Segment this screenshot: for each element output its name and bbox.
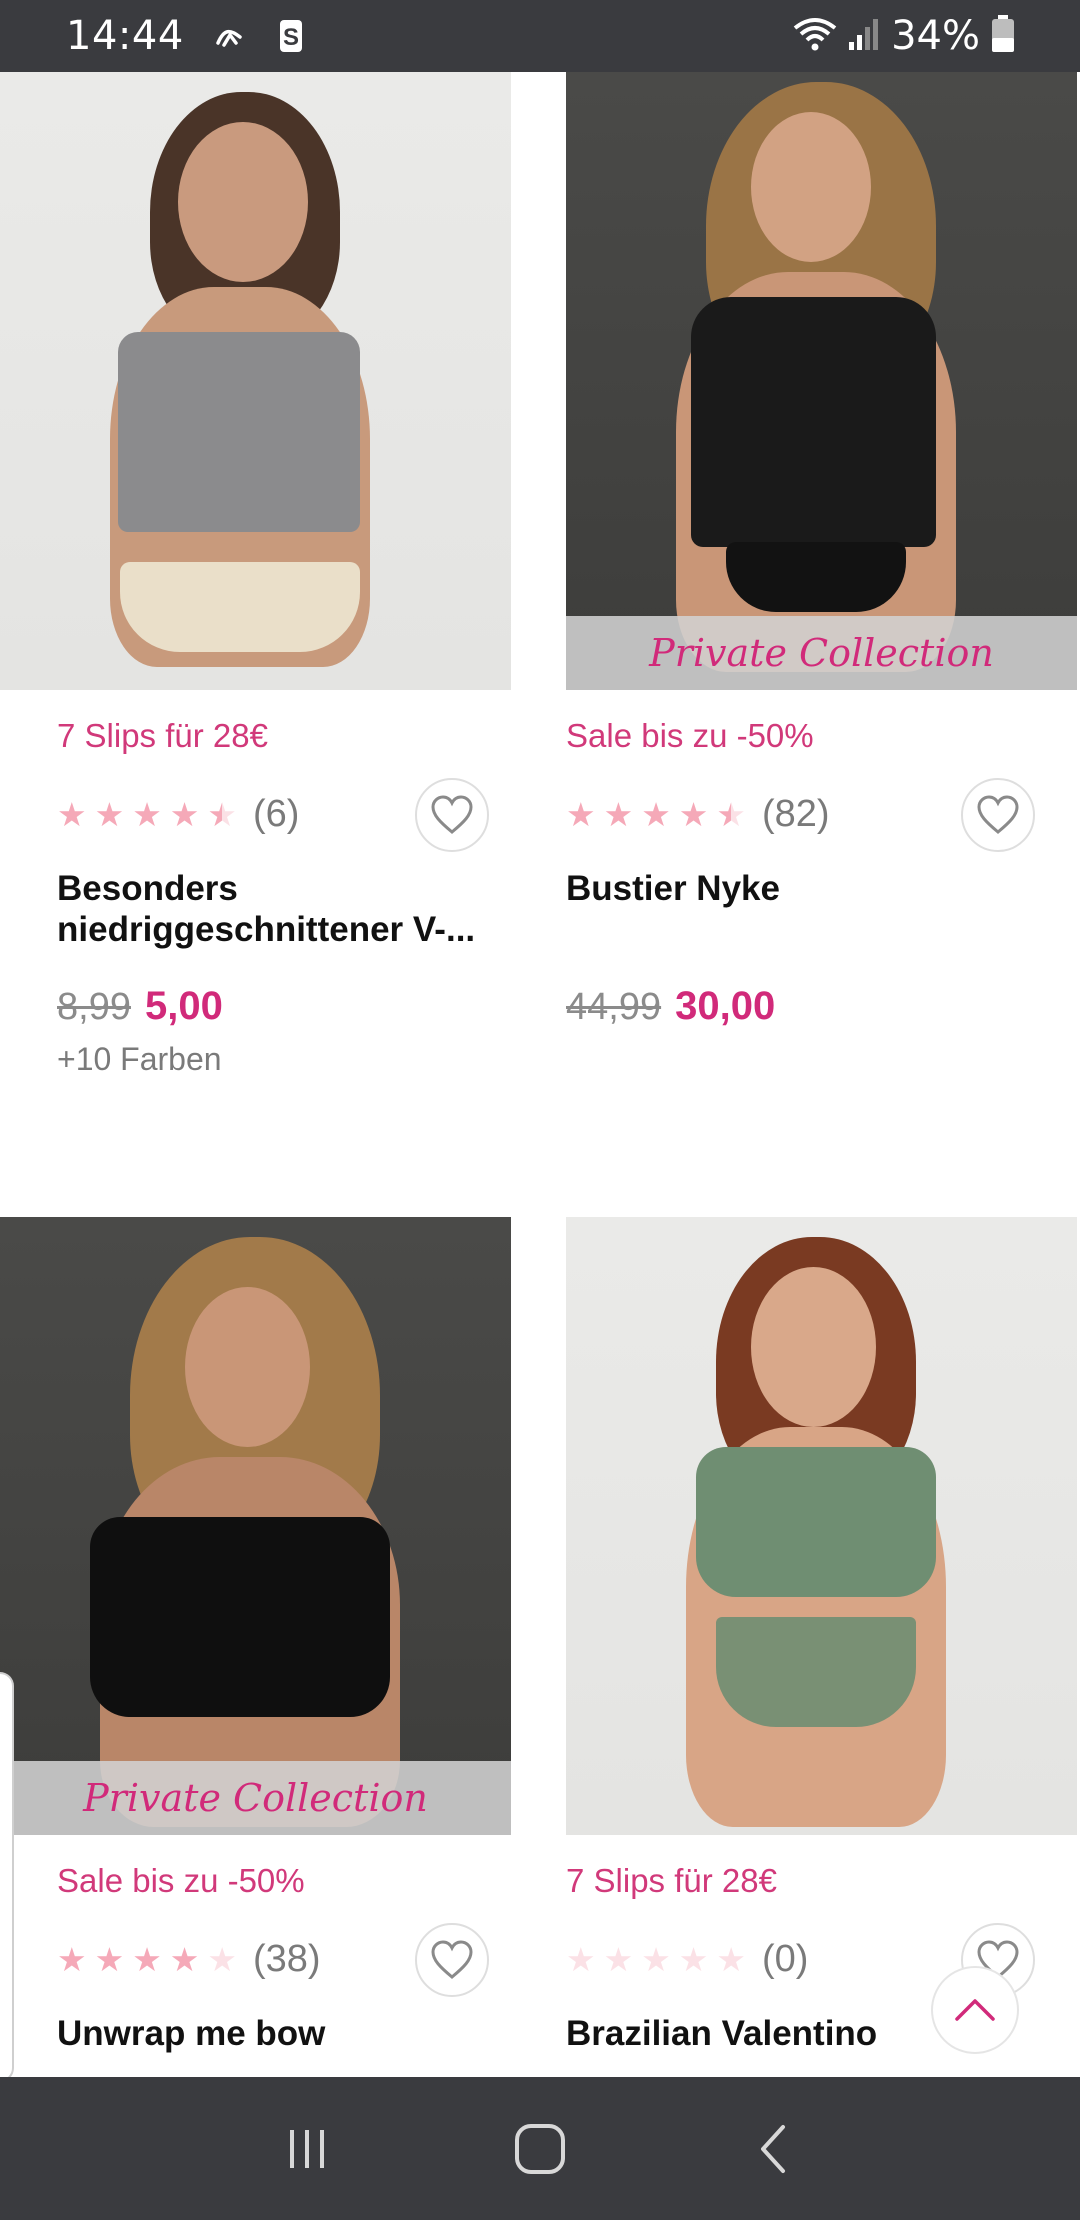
star-empty-icon: ★ (678, 1939, 709, 1979)
product-image[interactable]: Private Collection (566, 72, 1077, 690)
recent-apps-icon (289, 2129, 324, 2168)
star-icon: ★ (94, 1939, 125, 1979)
star-empty-icon: ★ (566, 1939, 596, 1979)
star-icon: ★ (169, 794, 200, 834)
promo-label: Sale bis zu -50% (566, 717, 814, 754)
sale-price: 5,00 (144, 984, 223, 1028)
rating-count: (38) (252, 1937, 321, 1980)
home-button[interactable] (500, 2109, 580, 2189)
price-row: 8,99 5,00 (57, 984, 511, 1029)
recent-apps-button[interactable] (267, 2109, 347, 2189)
product-card[interactable]: 7 Slips für 28€ ★ ★ ★ ★ ★ (0) Brazilian … (566, 1217, 1077, 2077)
price-row: 44,99 30,00 (566, 984, 1077, 1029)
private-collection-banner: Private Collection (0, 1761, 511, 1835)
product-grid: 7 Slips für 28€ ★ ★ ★ ★ ★ (6) Besonders … (0, 72, 1080, 2077)
star-icon: ★ (566, 794, 596, 834)
product-image[interactable] (566, 1217, 1077, 1835)
cell-signal-icon (847, 16, 881, 56)
rating-count: (0) (761, 1937, 809, 1980)
star-icon: ★ (169, 1939, 200, 1979)
old-price: 8,99 (57, 986, 131, 1028)
side-drawer-handle[interactable] (0, 1672, 14, 2077)
banner-text: Private Collection (649, 631, 994, 675)
star-icon: ★ (132, 794, 162, 834)
chevron-up-icon (955, 1999, 995, 2021)
product-card[interactable]: Private Collection Sale bis zu -50% ★ ★ … (566, 72, 1077, 1029)
rating-stars: ★ ★ ★ ★ ★ (566, 798, 746, 831)
wishlist-button[interactable] (415, 1923, 489, 1997)
star-icon: ★ (678, 794, 709, 834)
rating-count: (82) (761, 792, 830, 835)
wifi-icon (793, 16, 837, 56)
product-card[interactable]: Private Collection Sale bis zu -50% ★ ★ … (0, 1217, 511, 2077)
star-icon: ★ (603, 794, 634, 834)
color-count[interactable]: +10 Farben (57, 1041, 511, 1078)
star-icon: ★ (132, 1939, 162, 1979)
home-icon (514, 2123, 565, 2174)
wishlist-button[interactable] (961, 778, 1035, 852)
product-image[interactable]: Private Collection (0, 1217, 511, 1835)
heart-icon (431, 1940, 473, 1979)
rating-stars: ★ ★ ★ ★ ★ (57, 1943, 237, 1976)
heart-icon (431, 795, 473, 834)
product-image[interactable] (0, 72, 511, 690)
banner-text: Private Collection (83, 1776, 428, 1820)
star-empty-icon: ★ (716, 1939, 746, 1979)
rating-row: ★ ★ ★ ★ ★ (82) (566, 778, 1077, 852)
svg-text:S: S (283, 24, 299, 51)
wishlist-button[interactable] (415, 778, 489, 852)
private-collection-banner: Private Collection (566, 616, 1077, 690)
battery-percent: 34% (891, 13, 980, 59)
s-app-icon: S (274, 19, 308, 53)
star-half-icon: ★ (207, 794, 237, 834)
star-empty-icon: ★ (641, 1939, 671, 1979)
star-empty-icon: ★ (603, 1939, 634, 1979)
system-nav-bar (0, 2077, 1080, 2220)
scroll-to-top-button[interactable] (931, 1966, 1019, 2054)
promo-label: 7 Slips für 28€ (57, 717, 268, 754)
status-right: 34% (793, 13, 1016, 59)
signal-arrows-icon (212, 19, 246, 53)
rating-row: ★ ★ ★ ★ ★ (6) (57, 778, 511, 852)
sale-price: 30,00 (675, 984, 776, 1028)
product-title[interactable]: Unwrap me bow (57, 2013, 511, 2077)
promo-label: 7 Slips für 28€ (566, 1862, 777, 1899)
star-icon: ★ (94, 794, 125, 834)
star-icon: ★ (57, 794, 87, 834)
star-icon: ★ (641, 794, 671, 834)
status-time: 14:44 (66, 13, 184, 59)
old-price: 44,99 (566, 986, 662, 1028)
battery-icon (990, 14, 1016, 58)
status-left: 14:44 S (66, 13, 308, 59)
rating-count: (6) (252, 792, 300, 835)
product-title[interactable]: Besonders niedriggeschnittener V-... (57, 868, 511, 952)
product-title[interactable]: Bustier Nyke (566, 868, 1077, 952)
rating-row: ★ ★ ★ ★ ★ (38) (57, 1923, 511, 1997)
promo-label: Sale bis zu -50% (57, 1862, 305, 1899)
rating-stars: ★ ★ ★ ★ ★ (566, 1943, 746, 1976)
star-empty-icon: ★ (207, 1939, 237, 1979)
star-half-icon: ★ (716, 794, 746, 834)
back-icon (761, 2124, 786, 2173)
rating-stars: ★ ★ ★ ★ ★ (57, 798, 237, 831)
status-bar: 14:44 S 34% (0, 0, 1080, 72)
star-icon: ★ (57, 1939, 87, 1979)
back-button[interactable] (733, 2109, 813, 2189)
product-card[interactable]: 7 Slips für 28€ ★ ★ ★ ★ ★ (6) Besonders … (0, 72, 511, 1078)
heart-icon (977, 795, 1019, 834)
